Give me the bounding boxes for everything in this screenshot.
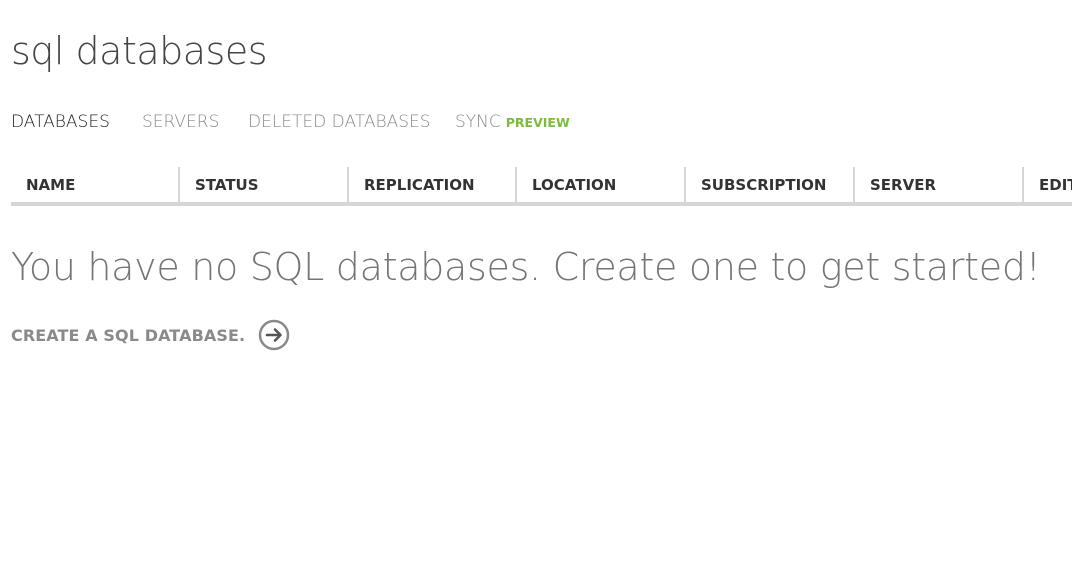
tab-deleted-databases[interactable]: DELETED DATABASES [248, 110, 431, 134]
tab-sync-label: SYNC [455, 112, 501, 132]
tab-databases[interactable]: DATABASES [11, 110, 110, 134]
tab-sync[interactable]: SYNC PREVIEW [455, 110, 570, 135]
column-header-server[interactable]: SERVER [853, 167, 1023, 203]
column-header-status[interactable]: STATUS [178, 167, 347, 203]
sql-databases-page: sql databases DATABASES SERVERS DELETED … [0, 0, 1072, 577]
page-title: sql databases [11, 29, 268, 73]
column-header-name[interactable]: NAME [11, 167, 179, 203]
column-header-edition[interactable]: EDITION [1022, 167, 1072, 203]
column-header-subscription[interactable]: SUBSCRIPTION [684, 167, 854, 203]
empty-state-message: You have no SQL databases. Create one to… [11, 245, 1041, 289]
tab-servers[interactable]: SERVERS [142, 110, 219, 134]
create-sql-database-label: CREATE A SQL DATABASE. [11, 325, 246, 345]
column-header-location[interactable]: LOCATION [515, 167, 685, 203]
arrow-circle-right-icon[interactable] [258, 319, 290, 351]
column-header-replication[interactable]: REPLICATION [347, 167, 516, 203]
preview-badge: PREVIEW [505, 115, 570, 130]
create-sql-database-link[interactable]: CREATE A SQL DATABASE. [11, 319, 290, 351]
grid-header: NAME STATUS REPLICATION LOCATION SUBSCRI… [11, 167, 1072, 206]
